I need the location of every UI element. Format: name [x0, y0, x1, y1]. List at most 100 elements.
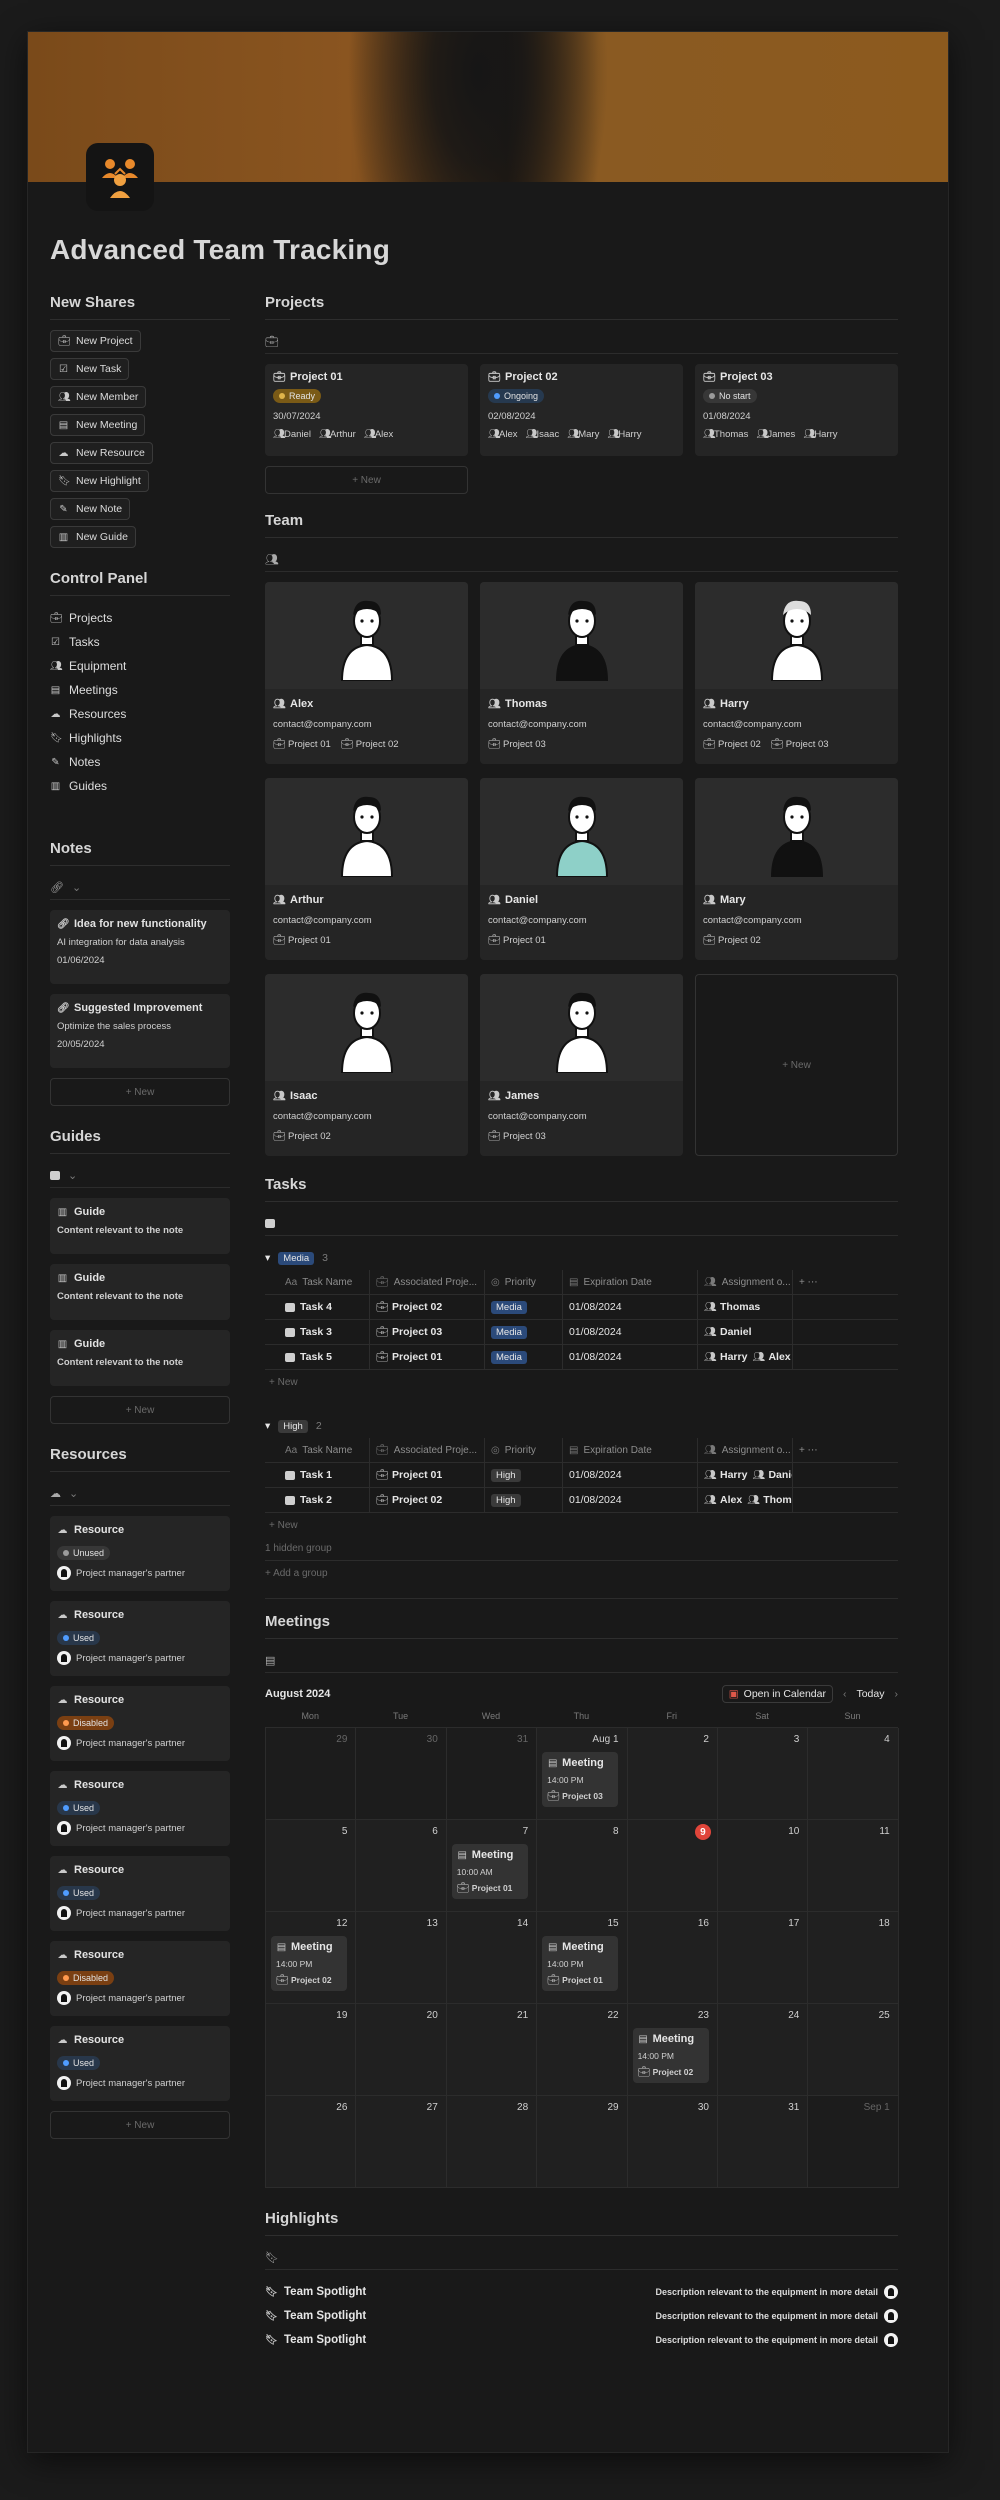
resources-view-bar[interactable]: ☁ ⌄ — [50, 1482, 230, 1506]
calendar-day-cell[interactable]: 17 — [717, 1912, 809, 2004]
task-assignees-cell[interactable]: 👥︎Alex👥︎Thoma — [698, 1488, 793, 1512]
column-header[interactable]: 👥︎ Assignment o... — [698, 1270, 793, 1294]
project-card[interactable]: 💼︎ Project 03 No start 01/08/2024 👥︎Thomas 👥︎… — [695, 364, 898, 456]
note-card[interactable]: 🔗︎ Suggested Improvement Optimize the sale… — [50, 994, 230, 1068]
team-member-card[interactable]: 👥︎ Alex contact@company.com 💼︎ Project 01 💼︎ P… — [265, 582, 468, 764]
calendar-day-cell[interactable]: 23 ▤ Meeting 14:00 PM 💼︎ Project 02 — [627, 2004, 718, 2096]
collapse-triangle-icon[interactable]: ▾ — [265, 1420, 270, 1432]
calendar-day-cell[interactable]: 28 — [446, 2096, 538, 2188]
note-card[interactable]: 🔗︎ Idea for new functionality AI integrati… — [50, 910, 230, 984]
task-assignees-cell[interactable]: 👥︎ Thomas — [698, 1295, 793, 1319]
calendar-day-cell[interactable]: 30 — [356, 1728, 447, 1820]
new-resource-button[interactable]: + New — [50, 2111, 230, 2139]
calendar-day-cell[interactable]: 22 — [537, 2004, 628, 2096]
task-name-cell[interactable]: Task 1 — [265, 1463, 370, 1487]
open-in-calendar-button[interactable]: ▣ Open in Calendar — [721, 1685, 833, 1703]
add-column-button[interactable]: + ⋯ — [793, 1270, 824, 1294]
new-member-button[interactable]: + New — [695, 974, 898, 1156]
task-priority-cell[interactable]: Media — [485, 1295, 563, 1319]
resource-card[interactable]: ☁ Resource Disabled Project manager's partn… — [50, 1941, 230, 2016]
add-column-button[interactable]: + ⋯ — [793, 1438, 824, 1462]
prev-month-button[interactable]: ‹ — [843, 1688, 847, 1700]
calendar-day-cell[interactable]: 19 — [266, 2004, 357, 2096]
new-share-button-7[interactable]: ▥ New Guide — [50, 526, 136, 548]
task-priority-cell[interactable]: High — [485, 1488, 563, 1512]
calendar-day-cell[interactable]: 6 — [356, 1820, 447, 1912]
calendar-day-cell[interactable]: 3 — [717, 1728, 809, 1820]
task-assignees-cell[interactable]: 👥︎ Harry 👥︎ Alex — [698, 1345, 793, 1369]
chevron-down-icon[interactable]: ⌄ — [68, 1169, 77, 1182]
calendar-day-cell[interactable]: 18 — [808, 1912, 899, 2004]
task-row[interactable]: Task 2 💼︎ Project 02 High 01/08/2024 👥︎ Alex 👥︎… — [265, 1488, 898, 1513]
calendar-day-cell[interactable]: 2 — [627, 1728, 718, 1820]
calendar-day-cell[interactable]: 25 — [808, 2004, 899, 2096]
column-header[interactable]: 👥︎ Assignment o... — [698, 1438, 793, 1462]
new-share-button-4[interactable]: ☁ New Resource — [50, 442, 153, 464]
project-card[interactable]: 💼︎ Project 01 Ready 30/07/2024 👥︎Daniel 👥︎Art… — [265, 364, 468, 456]
guide-card[interactable]: ▥ Guide Content relevant to the note — [50, 1198, 230, 1254]
task-assignees-cell[interactable]: 👥︎Harry👥︎Danie — [698, 1463, 793, 1487]
task-group-header[interactable]: ▾ Media 3 — [265, 1246, 898, 1270]
new-share-button-5[interactable]: 🔖︎ New Highlight — [50, 470, 149, 492]
task-project-cell[interactable]: 💼︎ Project 02 — [370, 1295, 485, 1319]
column-header[interactable]: 💼︎ Associated Proje... — [370, 1270, 485, 1294]
new-guide-button[interactable]: + New — [50, 1396, 230, 1424]
column-header[interactable]: Aa Task Name — [265, 1270, 370, 1294]
today-button[interactable]: Today — [856, 1688, 884, 1700]
calendar-day-cell[interactable]: 24 — [717, 2004, 809, 2096]
control-panel-item-highlights[interactable]: 🔖︎ Highlights — [50, 726, 230, 750]
resource-card[interactable]: ☁ Resource Used Project manager's partner — [50, 1771, 230, 1846]
calendar-day-cell[interactable]: 20 — [356, 2004, 447, 2096]
task-name-cell[interactable]: Task 3 — [265, 1320, 370, 1344]
task-priority-cell[interactable]: Media — [485, 1345, 563, 1369]
task-assignees-cell[interactable]: 👥︎ Daniel — [698, 1320, 793, 1344]
task-project-cell[interactable]: 💼︎ Project 02 — [370, 1488, 485, 1512]
meeting-event-card[interactable]: ▤ Meeting 14:00 PM 💼︎ Project 01 — [542, 1936, 619, 1991]
meeting-event-card[interactable]: ▤ Meeting 10:00 AM 💼︎ Project 01 — [451, 1844, 528, 1899]
control-panel-item-tasks[interactable]: ☑ Tasks — [50, 630, 230, 654]
team-member-card[interactable]: 👥︎ Mary contact@company.com 💼︎ Project 02 — [695, 778, 898, 960]
new-share-button-3[interactable]: ▤ New Meeting — [50, 414, 146, 436]
calendar-day-cell[interactable]: 7 ▤ Meeting 10:00 AM 💼︎ Project 01 — [446, 1820, 538, 1912]
new-note-button[interactable]: + New — [50, 1078, 230, 1106]
meeting-event-card[interactable]: ▤ Meeting 14:00 PM 💼︎ Project 03 — [542, 1752, 619, 1807]
calendar-day-cell[interactable]: Aug 1 ▤ Meeting 14:00 PM 💼︎ Project 03 — [537, 1728, 628, 1820]
task-priority-cell[interactable]: Media — [485, 1320, 563, 1344]
task-row[interactable]: Task 3 💼︎ Project 03 Media 01/08/2024 👥︎ Danie… — [265, 1320, 898, 1345]
guide-card[interactable]: ▥ Guide Content relevant to the note — [50, 1330, 230, 1386]
collapse-triangle-icon[interactable]: ▾ — [265, 1252, 270, 1264]
chevron-down-icon[interactable]: ⌄ — [72, 881, 81, 894]
notes-view-bar[interactable]: 🔗︎ ⌄ — [50, 876, 230, 900]
resource-card[interactable]: ☁ Resource Disabled Project manager's partn… — [50, 1686, 230, 1761]
task-row[interactable]: Task 5 💼︎ Project 01 Media 01/08/2024 👥︎ Harry… — [265, 1345, 898, 1370]
calendar-day-cell[interactable]: 4 — [808, 1728, 899, 1820]
next-month-button[interactable]: › — [895, 1688, 899, 1700]
new-share-button-2[interactable]: 👥︎ New Member — [50, 386, 147, 408]
calendar-day-cell[interactable]: 11 — [808, 1820, 899, 1912]
calendar-day-cell[interactable]: 30 — [627, 2096, 718, 2188]
calendar-day-cell[interactable]: 21 — [446, 2004, 538, 2096]
column-header[interactable]: ▤ Expiration Date — [563, 1270, 698, 1294]
calendar-day-cell[interactable]: 29 — [537, 2096, 628, 2188]
team-member-card[interactable]: 👥︎ Thomas contact@company.com 💼︎ Project 03 — [480, 582, 683, 764]
tasks-view-bar[interactable] — [265, 1212, 898, 1236]
add-group-button[interactable]: + Add a group — [265, 1561, 898, 1585]
calendar-day-cell[interactable]: 14 — [446, 1912, 538, 2004]
resource-card[interactable]: ☁ Resource Unused Project manager's partner — [50, 1516, 230, 1591]
team-member-card[interactable]: 👥︎ James contact@company.com 💼︎ Project 03 — [480, 974, 683, 1156]
column-header[interactable]: ◎ Priority — [485, 1270, 563, 1294]
column-header[interactable]: 💼︎ Associated Proje... — [370, 1438, 485, 1462]
control-panel-item-notes[interactable]: ✎ Notes — [50, 750, 230, 774]
meeting-event-card[interactable]: ▤ Meeting 14:00 PM 💼︎ Project 02 — [632, 2028, 709, 2083]
calendar-day-cell[interactable]: Sep 1 — [808, 2096, 899, 2188]
highlight-row[interactable]: 🔖︎ Team Spotlight Description relevant to … — [265, 2304, 898, 2328]
calendar-day-cell[interactable]: 31 — [446, 1728, 538, 1820]
new-task-button[interactable]: + New — [265, 1370, 898, 1394]
resource-card[interactable]: ☁ Resource Used Project manager's partner — [50, 2026, 230, 2101]
team-view-bar[interactable]: 👥︎ — [265, 548, 898, 572]
task-row[interactable]: Task 1 💼︎ Project 01 High 01/08/2024 👥︎ Harry 👥… — [265, 1463, 898, 1488]
highlight-row[interactable]: 🔖︎ Team Spotlight Description relevant to … — [265, 2328, 898, 2352]
calendar-day-cell[interactable]: 10 — [717, 1820, 809, 1912]
new-share-button-0[interactable]: 💼︎ New Project — [50, 330, 141, 352]
task-project-cell[interactable]: 💼︎ Project 03 — [370, 1320, 485, 1344]
